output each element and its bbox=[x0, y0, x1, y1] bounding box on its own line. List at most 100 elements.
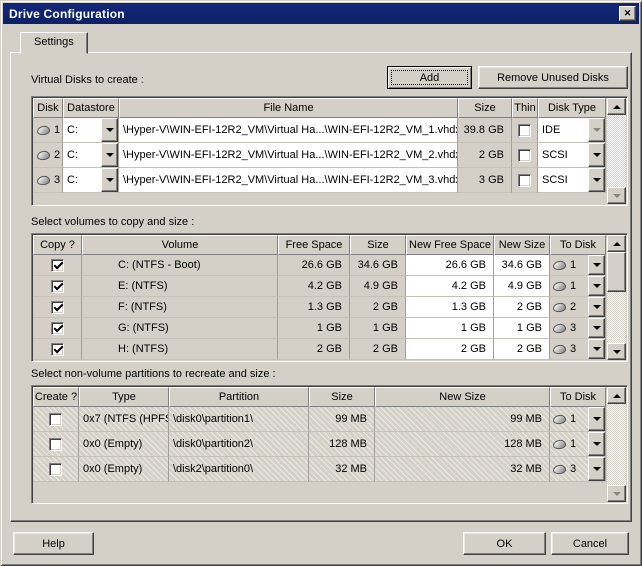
datastore-select[interactable]: C: bbox=[63, 118, 119, 143]
thin-checkbox[interactable] bbox=[518, 149, 531, 162]
new-size-field[interactable]: 4.9 GB bbox=[494, 276, 550, 297]
datastore-select[interactable]: C: bbox=[63, 168, 119, 193]
col-free-space[interactable]: Free Space bbox=[278, 235, 350, 255]
partition-row-2: 0x0 (Empty) \disk0\partition2\ 128 MB 12… bbox=[33, 432, 606, 457]
to-disk-dropdown-button[interactable] bbox=[588, 276, 605, 296]
to-disk-select[interactable]: 3 bbox=[550, 457, 606, 482]
partition-row-3: 0x0 (Empty) \disk2\partition0\ 32 MB 32 … bbox=[33, 457, 606, 482]
col-new-free-space[interactable]: New Free Space bbox=[406, 235, 494, 255]
volume-name: F: (NTFS) bbox=[82, 297, 278, 318]
new-size-field[interactable]: 34.6 GB bbox=[494, 255, 550, 276]
col-create[interactable]: Create ? bbox=[33, 387, 79, 407]
col-new-size[interactable]: New Size bbox=[375, 387, 550, 407]
disk-type-dropdown-button[interactable] bbox=[588, 168, 605, 192]
thin-checkbox[interactable] bbox=[518, 174, 531, 187]
scroll-track[interactable] bbox=[607, 115, 626, 187]
scroll-up-button[interactable] bbox=[607, 387, 626, 404]
to-disk-select[interactable]: 3 bbox=[550, 318, 606, 339]
col-datastore[interactable]: Datastore bbox=[63, 98, 119, 118]
partition-new-size: 99 MB bbox=[375, 407, 550, 432]
title-bar[interactable]: Drive Configuration ✕ bbox=[3, 3, 639, 24]
create-checkbox[interactable] bbox=[49, 438, 62, 451]
to-disk-dropdown-button[interactable] bbox=[588, 318, 605, 338]
thin-checkbox[interactable] bbox=[518, 124, 531, 137]
help-button[interactable]: Help bbox=[13, 532, 94, 555]
file-name-field[interactable]: \Hyper-V\WIN-EFI-12R2_VM\Virtual Ha...\W… bbox=[119, 168, 458, 193]
disk-type-select[interactable]: SCSI bbox=[538, 143, 606, 168]
volumes-scrollbar[interactable] bbox=[607, 235, 626, 360]
copy-checkbox[interactable] bbox=[51, 280, 64, 293]
partitions-scrollbar[interactable] bbox=[607, 387, 626, 502]
col-to-disk[interactable]: To Disk bbox=[550, 235, 606, 255]
scroll-thumb[interactable] bbox=[607, 252, 626, 292]
col-disk[interactable]: Disk bbox=[33, 98, 63, 118]
new-free-space-field[interactable]: 2 GB bbox=[406, 339, 494, 360]
volume-name: G: (NTFS) bbox=[82, 318, 278, 339]
col-new-size[interactable]: New Size bbox=[494, 235, 550, 255]
disk-type-select[interactable]: IDE bbox=[538, 118, 606, 143]
scroll-track[interactable] bbox=[607, 252, 626, 343]
to-disk-dropdown-button[interactable] bbox=[588, 297, 605, 317]
disk-type-dropdown-button[interactable] bbox=[588, 143, 605, 167]
copy-checkbox[interactable] bbox=[51, 259, 64, 272]
new-size-field[interactable]: 2 GB bbox=[494, 339, 550, 360]
to-disk-select[interactable]: 1 bbox=[550, 432, 606, 457]
datastore-dropdown-button[interactable] bbox=[101, 143, 118, 167]
new-free-space-field[interactable]: 1 GB bbox=[406, 318, 494, 339]
copy-cell bbox=[33, 318, 82, 339]
datastore-select[interactable]: C: bbox=[63, 143, 119, 168]
virtual-disks-scrollbar[interactable] bbox=[607, 98, 626, 204]
to-disk-select[interactable]: 3 bbox=[550, 339, 606, 360]
to-disk-dropdown-button[interactable] bbox=[588, 339, 605, 359]
disk-type-select[interactable]: SCSI bbox=[538, 168, 606, 193]
to-disk-dropdown-button[interactable] bbox=[588, 432, 605, 456]
copy-checkbox[interactable] bbox=[51, 343, 64, 356]
arrow-down-icon bbox=[613, 350, 621, 354]
col-volume[interactable]: Volume bbox=[82, 235, 278, 255]
to-disk-select[interactable]: 2 bbox=[550, 297, 606, 318]
size: 34.6 GB bbox=[350, 255, 406, 276]
chevron-down-icon bbox=[593, 284, 601, 288]
to-disk-select[interactable]: 1 bbox=[550, 255, 606, 276]
col-copy[interactable]: Copy ? bbox=[33, 235, 82, 255]
create-checkbox[interactable] bbox=[49, 463, 62, 476]
datastore-dropdown-button[interactable] bbox=[101, 168, 118, 192]
to-disk-select[interactable]: 1 bbox=[550, 276, 606, 297]
col-size[interactable]: Size bbox=[350, 235, 406, 255]
col-file-name[interactable]: File Name bbox=[119, 98, 458, 118]
scroll-down-button[interactable] bbox=[607, 343, 626, 360]
create-checkbox[interactable] bbox=[49, 413, 62, 426]
to-disk-select[interactable]: 1 bbox=[550, 407, 606, 432]
copy-checkbox[interactable] bbox=[51, 322, 64, 335]
col-partition[interactable]: Partition bbox=[169, 387, 309, 407]
new-free-space-field[interactable]: 26.6 GB bbox=[406, 255, 494, 276]
new-size-field[interactable]: 1 GB bbox=[494, 318, 550, 339]
col-size[interactable]: Size bbox=[309, 387, 375, 407]
col-type[interactable]: Type bbox=[79, 387, 169, 407]
scroll-up-button[interactable] bbox=[607, 235, 626, 252]
to-disk-dropdown-button[interactable] bbox=[588, 255, 605, 275]
scroll-up-button[interactable] bbox=[607, 98, 626, 115]
partition-path: \disk2\partition0\ bbox=[169, 457, 309, 482]
add-button[interactable]: Add bbox=[387, 66, 472, 89]
file-name-field[interactable]: \Hyper-V\WIN-EFI-12R2_VM\Virtual Ha...\W… bbox=[119, 143, 458, 168]
ok-button[interactable]: OK bbox=[463, 532, 546, 555]
tab-settings[interactable]: Settings bbox=[20, 32, 88, 54]
remove-unused-disks-button[interactable]: Remove Unused Disks bbox=[478, 66, 628, 89]
col-to-disk[interactable]: To Disk bbox=[550, 387, 606, 407]
col-thin[interactable]: Thin bbox=[512, 98, 538, 118]
file-name-field[interactable]: \Hyper-V\WIN-EFI-12R2_VM\Virtual Ha...\W… bbox=[119, 118, 458, 143]
col-size[interactable]: Size bbox=[458, 98, 512, 118]
col-disk-type[interactable]: Disk Type bbox=[538, 98, 606, 118]
to-disk-dropdown-button[interactable] bbox=[588, 407, 605, 431]
new-free-space-field[interactable]: 4.2 GB bbox=[406, 276, 494, 297]
scroll-down-button bbox=[607, 485, 626, 502]
copy-checkbox[interactable] bbox=[51, 301, 64, 314]
to-disk-dropdown-button[interactable] bbox=[588, 457, 605, 481]
scroll-track[interactable] bbox=[607, 404, 626, 485]
new-free-space-field[interactable]: 1.3 GB bbox=[406, 297, 494, 318]
close-button[interactable]: ✕ bbox=[619, 6, 636, 21]
datastore-dropdown-button[interactable] bbox=[101, 118, 118, 142]
new-size-field[interactable]: 2 GB bbox=[494, 297, 550, 318]
cancel-button[interactable]: Cancel bbox=[551, 532, 629, 555]
